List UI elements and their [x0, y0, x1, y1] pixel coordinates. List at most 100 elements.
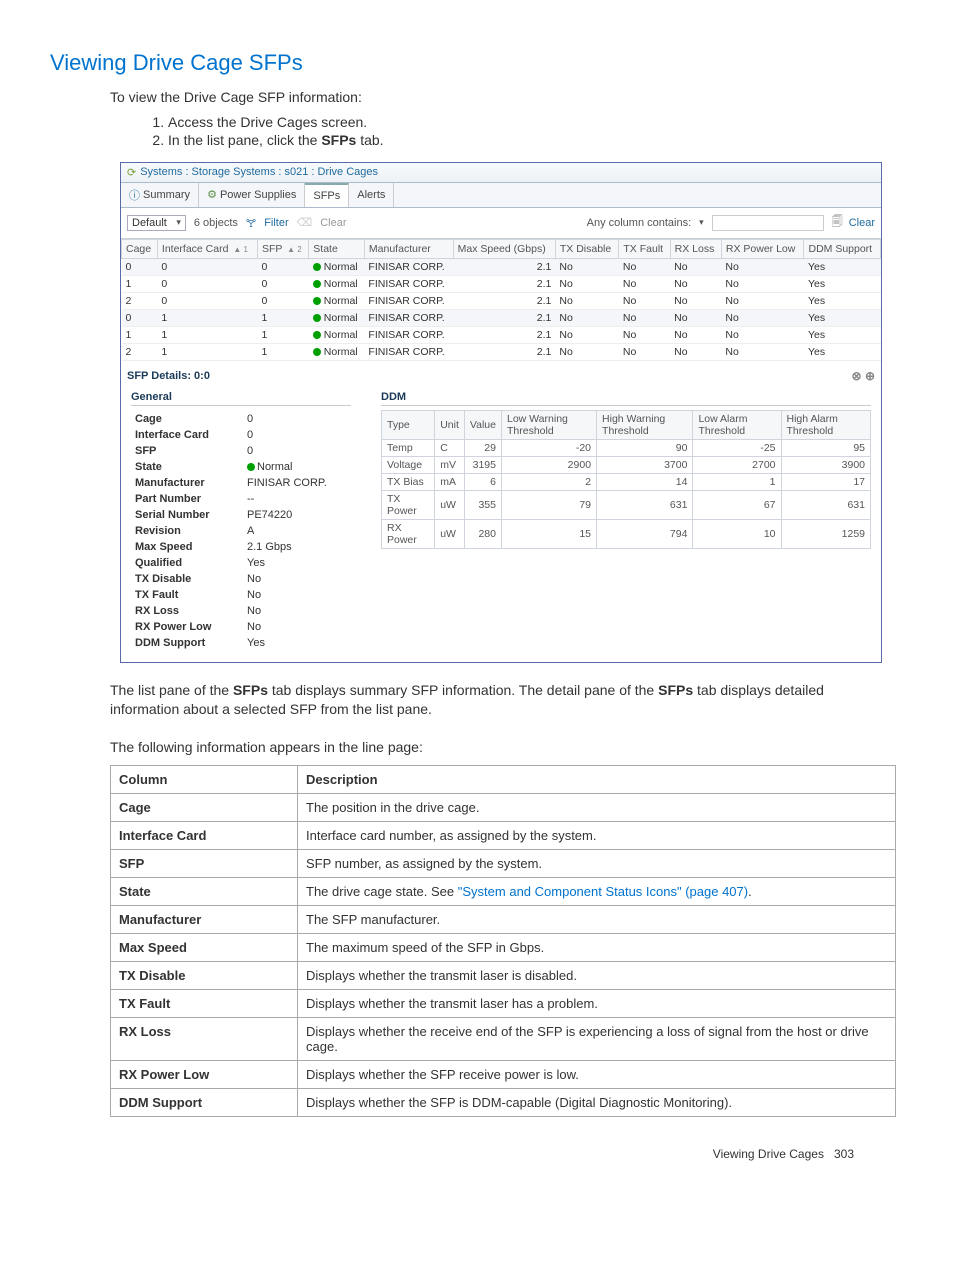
step-item: In the list pane, click the SFPs tab.: [168, 132, 904, 148]
status-dot-icon: [313, 297, 321, 305]
info-icon: ⓘ: [129, 187, 140, 203]
filter-link[interactable]: Filter: [264, 217, 288, 229]
col-state[interactable]: State: [309, 239, 365, 258]
col-ic[interactable]: Interface Card ▲ 1: [157, 239, 257, 258]
export-icon[interactable]: 🗐: [832, 213, 843, 232]
any-column-label: Any column contains:: [587, 217, 692, 229]
kv-row: Part Number--: [133, 492, 335, 506]
desc-row: TX DisableDisplays whether the transmit …: [111, 962, 896, 990]
step-text: tab.: [356, 132, 383, 148]
ddm-heading: DDM: [381, 391, 871, 406]
collapse-icon[interactable]: ⊗: [852, 369, 862, 383]
desc-row: StateThe drive cage state. See "System a…: [111, 878, 896, 906]
page-footer: Viewing Drive Cages 303: [50, 1147, 854, 1161]
sfp-grid[interactable]: Cage Interface Card ▲ 1 SFP ▲ 2 State Ma…: [121, 239, 881, 361]
ddm-col: Low Alarm Threshold: [693, 410, 781, 439]
kv-row: TX DisableNo: [133, 572, 335, 586]
table-row[interactable]: 111NormalFINISAR CORP.2.1NoNoNoNoYes: [122, 326, 881, 343]
tab-summary[interactable]: ⓘSummary: [121, 183, 199, 207]
refresh-icon[interactable]: ⟳: [127, 166, 136, 179]
general-heading: General: [131, 391, 351, 406]
col-cage[interactable]: Cage: [122, 239, 158, 258]
sort-icon: ▲ 1: [233, 245, 248, 254]
gear-icon: ⚙: [207, 188, 217, 201]
paragraph: The list pane of the SFPs tab displays s…: [110, 681, 844, 720]
desc-head-desc: Description: [298, 766, 896, 794]
col-txf[interactable]: TX Fault: [619, 239, 670, 258]
status-dot-icon: [313, 280, 321, 288]
step-bold: SFPs: [321, 132, 356, 148]
table-row[interactable]: 000NormalFINISAR CORP.2.1NoNoNoNoYes: [122, 258, 881, 275]
chevron-down-icon[interactable]: ▾: [699, 217, 704, 228]
ddm-col: High Warning Threshold: [597, 410, 693, 439]
breadcrumb[interactable]: Systems : Storage Systems : s021 : Drive…: [140, 166, 378, 178]
table-row[interactable]: 011NormalFINISAR CORP.2.1NoNoNoNoYes: [122, 309, 881, 326]
desc-row: CageThe position in the drive cage.: [111, 794, 896, 822]
table-row[interactable]: 200NormalFINISAR CORP.2.1NoNoNoNoYes: [122, 292, 881, 309]
paragraph: The following information appears in the…: [110, 738, 844, 758]
sort-icon: ▲ 2: [287, 245, 302, 254]
desc-row: SFPSFP number, as assigned by the system…: [111, 850, 896, 878]
ddm-col: Type: [382, 410, 435, 439]
kv-row: TX FaultNo: [133, 588, 335, 602]
ddm-row: TX PoweruW3557963167631: [382, 490, 871, 519]
tabs-bar: ⓘSummary ⚙Power Supplies SFPs Alerts: [121, 183, 881, 208]
kv-row: RX LossNo: [133, 604, 335, 618]
filter-bar: Default 6 objects 🝖 Filter ⌫ Clear Any c…: [121, 208, 881, 239]
desc-row: RX Power LowDisplays whether the SFP rec…: [111, 1061, 896, 1089]
doc-link[interactable]: "System and Component Status Icons" (pag…: [458, 884, 748, 899]
desc-row: ManufacturerThe SFP manufacturer.: [111, 906, 896, 934]
kv-row: RX Power LowNo: [133, 620, 335, 634]
status-dot-icon: [313, 331, 321, 339]
tab-sfps[interactable]: SFPs: [305, 183, 349, 207]
ddm-col: Unit: [435, 410, 465, 439]
desc-row: TX FaultDisplays whether the transmit la…: [111, 990, 896, 1018]
table-row[interactable]: 100NormalFINISAR CORP.2.1NoNoNoNoYes: [122, 275, 881, 292]
kv-row: SFP0: [133, 444, 335, 458]
kv-row: ManufacturerFINISAR CORP.: [133, 476, 335, 490]
ddm-row: VoltagemV31952900370027003900: [382, 456, 871, 473]
ddm-col: High Alarm Threshold: [781, 410, 870, 439]
status-dot-icon: [247, 463, 255, 471]
tab-alerts[interactable]: Alerts: [349, 183, 394, 207]
expand-icon[interactable]: ⊕: [865, 369, 875, 383]
col-rxl[interactable]: RX Loss: [670, 239, 721, 258]
kv-row: Interface Card0: [133, 428, 335, 442]
clear-filter-muted: Clear: [320, 217, 346, 229]
clear-link[interactable]: Clear: [849, 217, 875, 229]
app-screenshot: ⟳ Systems : Storage Systems : s021 : Dri…: [120, 162, 882, 663]
eraser-icon: ⌫: [297, 216, 313, 229]
ddm-row: TX BiasmA6214117: [382, 473, 871, 490]
description-table: Column Description CageThe position in t…: [110, 765, 896, 1117]
status-dot-icon: [313, 263, 321, 271]
step-item: Access the Drive Cages screen.: [168, 114, 904, 130]
ddm-col: Low Warning Threshold: [501, 410, 596, 439]
col-mfr[interactable]: Manufacturer: [364, 239, 453, 258]
ddm-row: TempC29-2090-2595: [382, 439, 871, 456]
kv-row: Cage0: [133, 412, 335, 426]
kv-row: Serial NumberPE74220: [133, 508, 335, 522]
view-select[interactable]: Default: [127, 215, 186, 231]
col-sfp[interactable]: SFP ▲ 2: [257, 239, 308, 258]
col-speed[interactable]: Max Speed (Gbps): [453, 239, 555, 258]
kv-row: Max Speed2.1 Gbps: [133, 540, 335, 554]
col-txd[interactable]: TX Disable: [555, 239, 619, 258]
detail-title: SFP Details: 0:0 ⊗ ⊕: [121, 361, 881, 387]
step-text: In the list pane, click the: [168, 132, 321, 148]
desc-row: Max SpeedThe maximum speed of the SFP in…: [111, 934, 896, 962]
kv-row: StateNormal: [133, 460, 335, 474]
status-dot-icon: [313, 314, 321, 322]
table-row[interactable]: 211NormalFINISAR CORP.2.1NoNoNoNoYes: [122, 343, 881, 360]
col-rpl[interactable]: RX Power Low: [721, 239, 804, 258]
desc-row: RX LossDisplays whether the receive end …: [111, 1018, 896, 1061]
ddm-col: Value: [464, 410, 501, 439]
tab-power[interactable]: ⚙Power Supplies: [199, 183, 305, 207]
search-input[interactable]: [712, 215, 824, 231]
filter-icon[interactable]: 🝖: [246, 212, 256, 234]
intro-text: To view the Drive Cage SFP information:: [110, 88, 904, 108]
steps-list: Access the Drive Cages screen. In the li…: [110, 114, 904, 148]
kv-row: QualifiedYes: [133, 556, 335, 570]
desc-head-col: Column: [111, 766, 298, 794]
col-ddm[interactable]: DDM Support: [804, 239, 881, 258]
section-heading: Viewing Drive Cage SFPs: [50, 50, 904, 76]
